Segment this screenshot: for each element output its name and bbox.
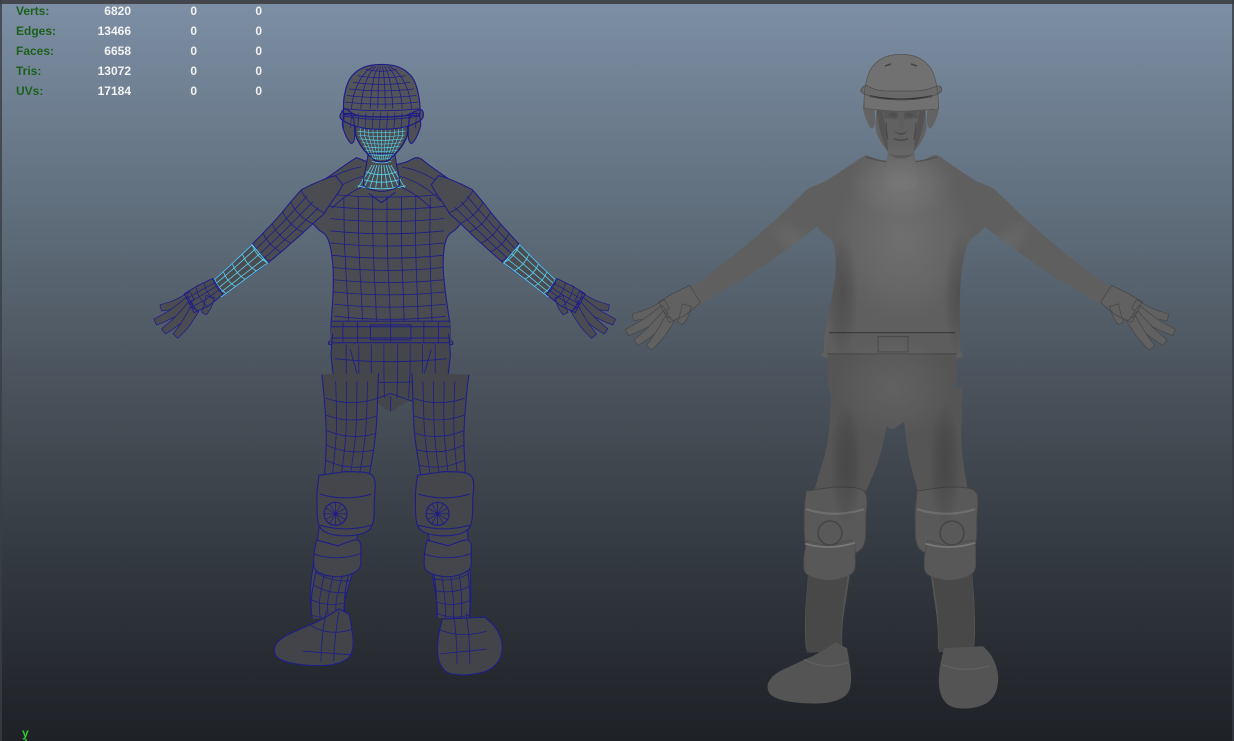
svg-text:y: y: [22, 726, 29, 740]
